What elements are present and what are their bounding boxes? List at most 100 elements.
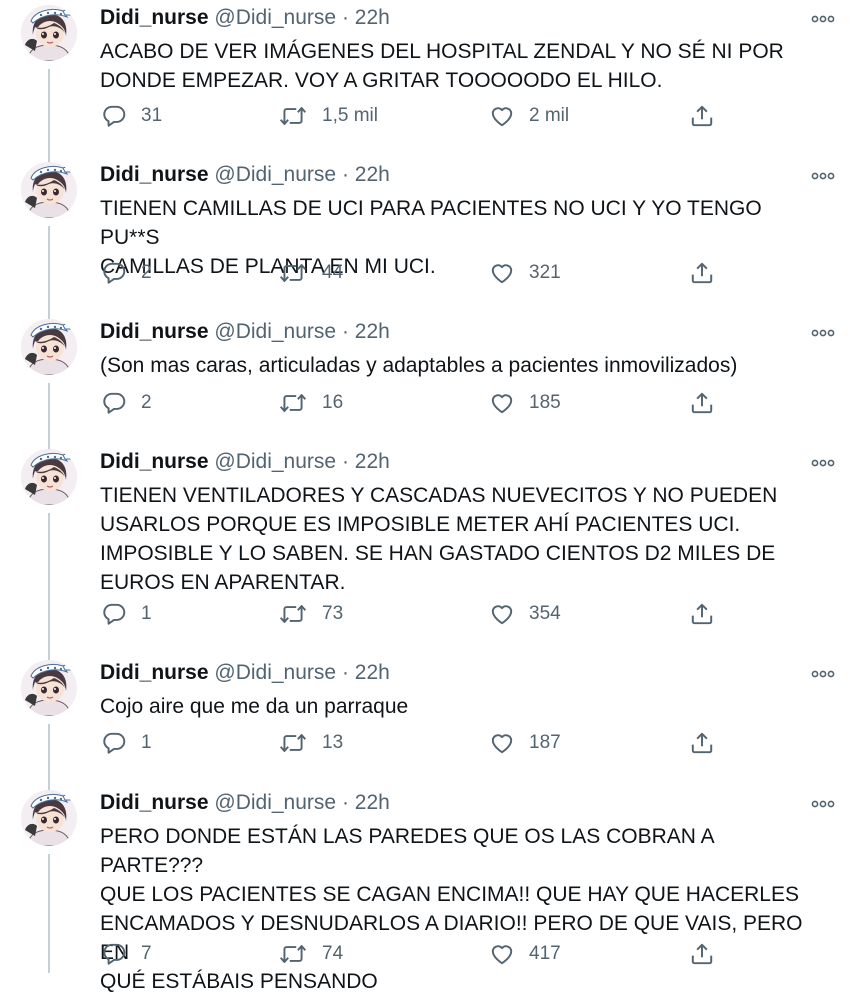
retweet-count: 13 xyxy=(322,732,344,753)
reply-button[interactable]: 1 xyxy=(101,726,152,760)
tweet[interactable]: Didi_nurse @Didi_nurse · 22h PERO DONDE … xyxy=(0,788,850,993)
reply-count: 7 xyxy=(141,943,152,964)
share-button[interactable] xyxy=(689,386,715,420)
retweet-count: 74 xyxy=(322,943,344,964)
avatar[interactable] xyxy=(21,790,77,846)
tweet[interactable]: Didi_nurse @Didi_nurse · 22h (Son mas ca… xyxy=(0,317,850,451)
timestamp[interactable]: 22h xyxy=(355,6,390,29)
retweet-button[interactable]: 74 xyxy=(278,937,343,971)
user-handle[interactable]: @Didi_nurse xyxy=(214,791,336,814)
reply-button[interactable]: 2 xyxy=(101,256,152,290)
retweet-icon xyxy=(279,945,307,963)
reply-button[interactable]: 1 xyxy=(101,597,152,631)
tweet-actions: 31 1,5 mil 2 mil xyxy=(0,99,850,133)
reply-count: 31 xyxy=(141,105,163,126)
thread-connector-line xyxy=(48,513,50,662)
heart-icon xyxy=(491,264,513,284)
like-button[interactable]: 185 xyxy=(489,386,561,420)
reply-count: 1 xyxy=(141,732,152,753)
avatar[interactable] xyxy=(21,319,77,375)
avatar[interactable] xyxy=(21,660,77,716)
more-options-icon xyxy=(811,172,835,180)
retweet-icon xyxy=(279,394,307,413)
timestamp[interactable]: 22h xyxy=(355,791,390,814)
thread-connector-line xyxy=(48,69,50,164)
more-options-button[interactable] xyxy=(808,794,838,814)
more-options-button[interactable] xyxy=(808,323,838,343)
share-icon xyxy=(691,262,713,284)
separator-dot: · xyxy=(341,791,349,814)
more-options-button[interactable] xyxy=(808,9,838,29)
tweet[interactable]: Didi_nurse @Didi_nurse · 22h TIENEN VENT… xyxy=(0,447,850,662)
user-handle[interactable]: @Didi_nurse xyxy=(214,163,336,186)
tweet-text: (Son mas caras, articuladas y adaptables… xyxy=(100,354,738,377)
timestamp[interactable]: 22h xyxy=(355,320,390,343)
like-count: 321 xyxy=(529,262,561,283)
reply-button[interactable]: 7 xyxy=(101,937,152,971)
like-button[interactable]: 417 xyxy=(489,937,561,971)
reply-icon xyxy=(103,943,126,965)
separator-dot: · xyxy=(341,320,349,343)
tweet-actions: 1 73 354 xyxy=(0,597,850,631)
more-options-icon xyxy=(811,670,835,678)
more-options-button[interactable] xyxy=(808,664,838,684)
more-options-button[interactable] xyxy=(808,453,838,473)
avatar[interactable] xyxy=(21,449,77,505)
more-options-icon xyxy=(811,329,835,337)
reply-icon xyxy=(103,105,126,127)
share-icon xyxy=(691,943,713,965)
share-button[interactable] xyxy=(689,597,715,631)
timestamp[interactable]: 22h xyxy=(355,450,390,473)
timestamp[interactable]: 22h xyxy=(355,661,390,684)
tweet[interactable]: Didi_nurse @Didi_nurse · 22h ACABO DE VE… xyxy=(0,3,850,164)
share-button[interactable] xyxy=(689,256,715,290)
share-button[interactable] xyxy=(689,937,715,971)
avatar-image xyxy=(21,319,77,375)
reply-button[interactable]: 31 xyxy=(101,99,162,133)
avatar-image xyxy=(21,790,77,846)
retweet-button[interactable]: 13 xyxy=(278,726,343,760)
display-name[interactable]: Didi_nurse xyxy=(100,450,209,473)
tweet-header: Didi_nurse @Didi_nurse · 22h xyxy=(100,317,390,347)
tweet-actions: 7 74 417 xyxy=(0,937,850,971)
user-handle[interactable]: @Didi_nurse xyxy=(214,450,336,473)
avatar[interactable] xyxy=(21,5,77,61)
display-name[interactable]: Didi_nurse xyxy=(100,661,209,684)
display-name[interactable]: Didi_nurse xyxy=(100,6,209,29)
more-options-icon xyxy=(811,15,835,23)
retweet-button[interactable]: 1,5 mil xyxy=(278,99,378,133)
tweet-text: TIENEN VENTILADORES Y CASCADAS NUEVECITO… xyxy=(100,484,778,594)
tweet-actions: 2 16 185 xyxy=(0,386,850,420)
like-button[interactable]: 321 xyxy=(489,256,561,290)
user-handle[interactable]: @Didi_nurse xyxy=(214,661,336,684)
like-button[interactable]: 354 xyxy=(489,597,561,631)
share-button[interactable] xyxy=(689,99,715,133)
tweet-text: Cojo aire que me da un parraque xyxy=(100,695,409,718)
retweet-icon xyxy=(279,734,307,752)
more-options-button[interactable] xyxy=(808,166,838,186)
display-name[interactable]: Didi_nurse xyxy=(100,320,209,343)
like-button[interactable]: 187 xyxy=(489,726,561,760)
like-button[interactable]: 2 mil xyxy=(489,99,569,133)
reply-count: 1 xyxy=(141,603,152,624)
tweet-thread: Didi_nurse @Didi_nurse · 22h ACABO DE VE… xyxy=(0,0,850,993)
retweet-button[interactable]: 44 xyxy=(278,256,343,290)
reply-button[interactable]: 2 xyxy=(101,386,152,420)
tweet[interactable]: Didi_nurse @Didi_nurse · 22h Cojo aire q… xyxy=(0,658,850,792)
user-handle[interactable]: @Didi_nurse xyxy=(214,320,336,343)
more-options-icon xyxy=(811,459,835,467)
timestamp[interactable]: 22h xyxy=(355,163,390,186)
display-name[interactable]: Didi_nurse xyxy=(100,163,209,186)
share-button[interactable] xyxy=(689,726,715,760)
retweet-button[interactable]: 73 xyxy=(278,597,343,631)
display-name[interactable]: Didi_nurse xyxy=(100,791,209,814)
tweet-text: ACABO DE VER IMÁGENES DEL HOSPITAL ZENDA… xyxy=(100,40,784,92)
retweet-button[interactable]: 16 xyxy=(278,386,343,420)
share-icon xyxy=(691,105,713,127)
avatar[interactable] xyxy=(21,162,77,218)
share-icon xyxy=(691,603,713,625)
reply-icon xyxy=(103,603,126,625)
user-handle[interactable]: @Didi_nurse xyxy=(214,6,336,29)
tweet-header: Didi_nurse @Didi_nurse · 22h xyxy=(100,447,390,477)
tweet[interactable]: Didi_nurse @Didi_nurse · 22h TIENEN CAMI… xyxy=(0,160,850,321)
